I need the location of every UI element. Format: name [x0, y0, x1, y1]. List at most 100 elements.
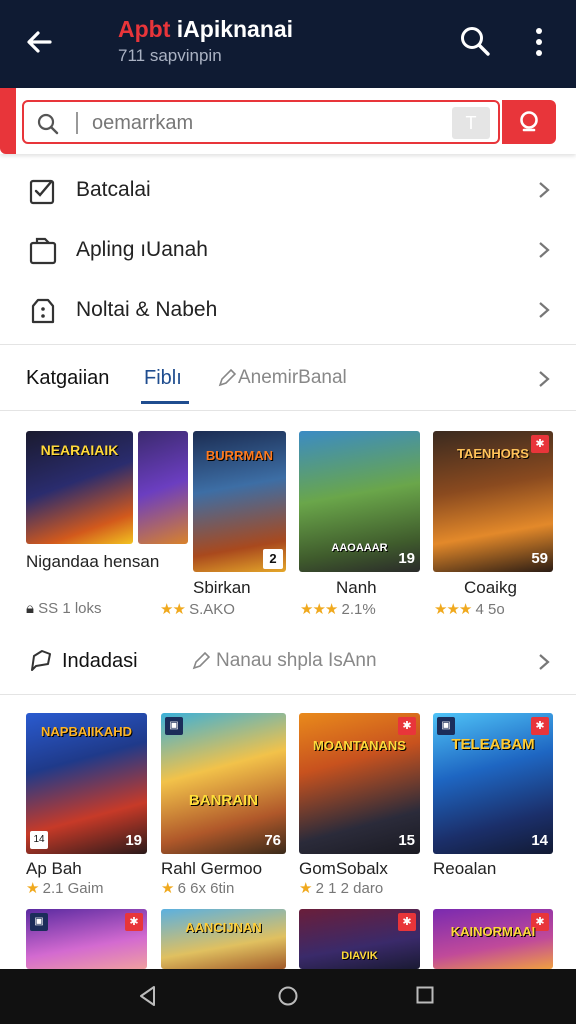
game-title: Nigandaa hensan — [26, 552, 160, 571]
category-tabs: Katgaiian Fiblı AnemirBanal — [0, 345, 576, 409]
game-rating: ★ 6 6x 6tin — [161, 879, 234, 897]
checklist-icon — [29, 179, 55, 205]
search-input[interactable] — [92, 109, 452, 137]
rating-text: 6 6x 6tin — [177, 880, 235, 897]
menu-item-label: Batcalai — [76, 178, 151, 201]
game-rating: ★★ S.AKO — [160, 600, 235, 618]
package-icon — [31, 298, 55, 324]
see-all-link[interactable]: Nanau shpla IsAnn — [216, 650, 377, 672]
search-submit-icon — [520, 111, 538, 132]
menu-item-1[interactable]: Batcalai — [0, 160, 576, 220]
search-icon[interactable] — [458, 24, 492, 58]
search-field[interactable]: T — [22, 100, 500, 144]
game-rating: ★★★ 4 5o — [434, 600, 505, 618]
game-card-partial[interactable] — [138, 431, 188, 544]
chevron-right-icon — [539, 242, 550, 258]
menu-item-label: Noltai & Nabeh — [76, 298, 218, 321]
game-card-1[interactable]: NEARAIAIK — [26, 431, 133, 544]
app-subtitle: 711 sapvinpin — [118, 46, 222, 65]
rating-badge: 2 — [263, 549, 283, 569]
game-rating: ★ 2 1 2 daro — [299, 879, 383, 897]
chat-icon — [31, 650, 51, 671]
poster-title: DIAVIK — [341, 950, 378, 962]
app-title: Apbt iApiknanai — [118, 16, 293, 43]
tab-active-indicator — [141, 401, 189, 404]
rating-text: S.AKO — [189, 601, 235, 618]
store-icon: ▣ — [437, 717, 455, 735]
nav-home-icon[interactable] — [277, 985, 299, 1007]
poster-title: BANRAIN — [188, 792, 259, 809]
game-card-11[interactable]: ✱ DIAVIK — [299, 909, 420, 969]
tab-active[interactable]: Fiblı — [144, 367, 182, 390]
star-icons: ★★★ — [434, 601, 472, 618]
app-title-accent: Apbt — [118, 16, 171, 42]
app-title-rest: iApiknanai — [170, 16, 294, 42]
text-clear-button[interactable]: T — [452, 107, 490, 139]
game-title: Sbirkan — [193, 578, 251, 597]
menu-item-3[interactable]: Noltai & Nabeh — [0, 280, 576, 340]
poster-title: BURRMAN — [205, 448, 274, 463]
poster-title: NAPBAIIKAHD — [41, 724, 132, 739]
poster-title: AANCIJNAN — [185, 920, 262, 935]
game-card-3[interactable]: AAOAAAR 19 — [299, 431, 420, 572]
game-title: Coaikg — [464, 578, 517, 597]
menu-item-2[interactable]: Apling ıUanah — [0, 220, 576, 280]
rating-badge: 19 — [125, 832, 142, 849]
section-label: Katgaiian — [26, 367, 110, 389]
search-submit-button[interactable] — [502, 100, 556, 144]
game-rating: ★★★ 2.1% — [300, 600, 376, 618]
game-card-8[interactable]: ▣ ✱ TELEABAM 14 — [433, 713, 553, 854]
nav-back-icon[interactable] — [138, 985, 158, 1007]
game-rating: 🔒︎ SS 1 loks — [26, 600, 102, 617]
search-bar-container: T — [0, 88, 576, 154]
chevron-right-icon[interactable] — [536, 652, 552, 672]
store-icon: ▣ — [30, 913, 48, 931]
star-icons: ★★★ — [300, 601, 338, 618]
rating-text: SS 1 loks — [38, 600, 102, 617]
pencil-icon — [192, 652, 210, 670]
game-title: Rahl Germoo — [161, 859, 263, 878]
game-card-12[interactable]: ✱ KAINORMAAI — [433, 909, 553, 969]
game-card-2[interactable]: BURRMAN 2 — [193, 431, 286, 572]
star-icons: ★ — [299, 880, 312, 897]
tab-other[interactable]: AnemirBanal — [238, 367, 347, 389]
bookmark-icon: ✱ — [531, 435, 549, 453]
game-title: Nanh — [336, 578, 377, 597]
game-title: GomSobalx — [299, 859, 388, 878]
rating-badge: 76 — [264, 832, 281, 849]
system-nav-bar — [0, 969, 576, 1024]
star-icons: ★★ — [160, 601, 186, 618]
bookmark-icon: ✱ — [125, 913, 143, 931]
back-arrow-icon[interactable] — [20, 22, 60, 62]
chevron-right-icon[interactable] — [536, 369, 552, 389]
rating-badge: 15 — [398, 832, 415, 849]
bookmark-icon: ✱ — [531, 717, 549, 735]
age-rating-icon: 14 — [30, 831, 48, 849]
rating-badge: 14 — [531, 832, 548, 849]
magnifier-icon — [37, 113, 59, 135]
bookmark-icon: ✱ — [398, 913, 416, 931]
game-card-6[interactable]: ▣ BANRAIN 76 — [161, 713, 286, 854]
app-screen: Apbt iApiknanai 711 sapvinpin T — [0, 0, 576, 1024]
rating-badge: 19 — [398, 550, 415, 567]
game-card-9[interactable]: ▣ ✱ — [26, 909, 147, 969]
rating-text: 2.1% — [341, 601, 376, 618]
game-card-7[interactable]: ✱ MOANTANANS 15 — [299, 713, 420, 854]
poster-title: MOANTANANS — [313, 738, 406, 753]
game-card-4[interactable]: TAENHORS ✱ 59 — [433, 431, 553, 572]
nav-recents-icon[interactable] — [415, 985, 435, 1005]
rating-text: 2.1 Gaim — [42, 880, 104, 897]
more-options-icon[interactable] — [524, 24, 554, 60]
pencil-icon — [218, 369, 236, 387]
game-rating: ★ 2.1 Gaim — [26, 879, 103, 897]
rating-badge: 59 — [531, 550, 548, 567]
game-title: Ap Bah — [26, 859, 82, 878]
game-card-5[interactable]: NAPBAIIKAHD 14 19 — [26, 713, 147, 854]
section-header-2: Indadasi Nanau shpla IsAnn — [0, 630, 576, 694]
poster-title: TELEABAM — [451, 736, 535, 753]
star-icons: ★ — [26, 880, 39, 897]
game-title: Reoalan — [433, 859, 497, 878]
top-app-bar: Apbt iApiknanai 711 sapvinpin — [0, 0, 576, 88]
game-card-10[interactable]: AANCIJNAN — [161, 909, 286, 969]
clipboard-icon — [29, 237, 57, 265]
